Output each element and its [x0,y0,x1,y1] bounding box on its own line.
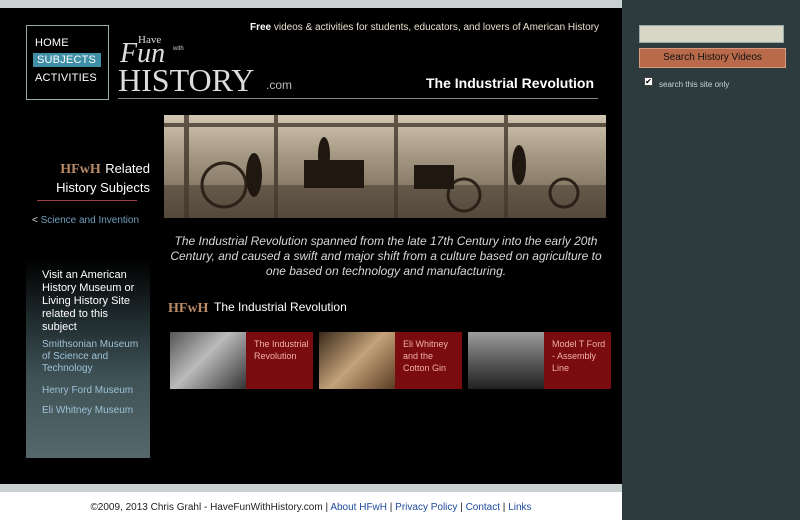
video-thumbnail[interactable] [170,332,246,389]
related-heading-line1: Related [105,161,150,176]
footer-separator: | [457,502,466,513]
footer-about-link[interactable]: About HFwH [330,502,387,513]
related-subject-item: < Science and Invention [32,215,139,226]
video-card-industrial-revolution[interactable]: The Industrial Revolution [170,332,313,389]
page-title: The Industrial Revolution [426,75,595,91]
section-title: The Industrial Revolution [214,300,347,314]
nav-activities-link[interactable]: ACTIVITIES [35,72,97,84]
factory-illustration [164,115,606,218]
intro-paragraph: The Industrial Revolution spanned from t… [170,234,602,278]
logo-history: HISTORY [118,62,255,98]
tagline-free: Free [250,22,272,33]
hfwh-monogram: HFwH [60,162,101,177]
nav-subjects-link[interactable]: SUBJECTS [33,53,101,67]
hero-image [164,115,606,218]
video-card-label[interactable]: Eli Whitney and the Cotton Gin [403,338,461,374]
bottom-strip [0,484,622,492]
footer-contact-link[interactable]: Contact [466,502,500,513]
footer-links-link[interactable]: Links [508,502,531,513]
search-button[interactable]: Search History Videos [639,48,786,68]
title-divider [118,98,598,99]
site-tagline: Free videos & activities for students, e… [250,22,599,33]
video-thumbnail[interactable] [468,332,544,389]
back-chevron-icon: < [32,215,41,226]
museum-panel: Visit an American History Museum or Livi… [26,260,150,458]
search-input[interactable] [639,25,784,43]
science-and-invention-link[interactable]: Science and Invention [41,215,139,226]
logo-com: .com [266,78,293,92]
related-heading-line2: History Subjects [56,180,150,195]
site-only-checkbox[interactable]: ✔ [644,77,653,86]
related-divider [37,200,137,201]
main-nav: HOME SUBJECTS ACTIVITIES [26,25,109,100]
site-only-label: search this site only [659,80,730,89]
museum-link-eli-whitney[interactable]: Eli Whitney Museum [42,405,142,417]
museum-link-henry-ford[interactable]: Henry Ford Museum [42,385,142,397]
logo-with: with [173,46,184,52]
top-strip [0,0,622,8]
video-card-eli-whitney[interactable]: Eli Whitney and the Cotton Gin [319,332,462,389]
footer-copyright: ©2009, 2013 Chris Grahl - HaveFunWithHis… [90,502,323,513]
footer: ©2009, 2013 Chris Grahl - HaveFunWithHis… [0,492,622,520]
video-card-label[interactable]: Model T Ford - Assembly Line [552,338,610,374]
footer-separator: | [500,502,509,513]
video-card-model-t[interactable]: Model T Ford - Assembly Line [468,332,611,389]
section-monogram: HFwH [168,301,209,316]
video-card-label[interactable]: The Industrial Revolution [254,338,312,362]
video-thumbnail[interactable] [319,332,395,389]
related-subjects-heading: HFwH Related History Subjects [26,160,150,218]
footer-privacy-link[interactable]: Privacy Policy [395,502,457,513]
footer-separator: | [387,502,396,513]
museum-link-smithsonian[interactable]: Smithsonian Museum of Science and Techno… [42,339,142,375]
tagline-text: videos & activities for students, educat… [271,22,600,33]
site-logo[interactable]: Have Fun with HISTORY .com [118,32,298,98]
nav-home-link[interactable]: HOME [35,37,69,49]
museum-heading: Visit an American History Museum or Livi… [42,269,135,333]
